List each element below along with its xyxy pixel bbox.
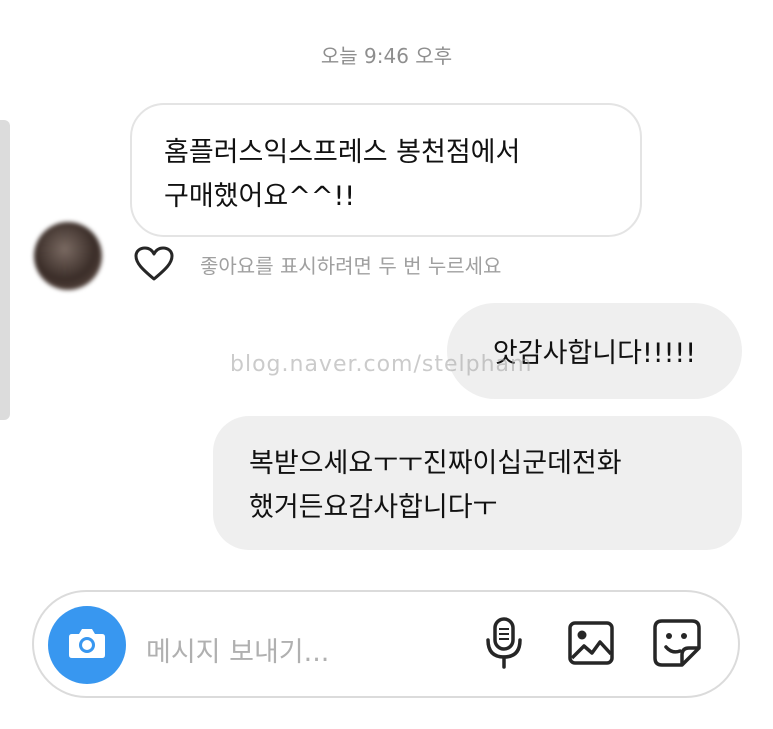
outgoing-message-line: 복받으세요ㅜㅜ진짜이십군데전화 [249, 448, 622, 479]
outgoing-message-line: 했거든요감사합니다ㅜ [249, 492, 498, 523]
heart-icon[interactable] [134, 246, 174, 282]
message-timestamp: 오늘 9:46 오후 [320, 44, 453, 68]
microphone-icon [484, 616, 524, 674]
sticker-icon [652, 618, 702, 672]
incoming-message-line: 홈플러스익스프레스 봉천점에서 [164, 137, 521, 168]
camera-button[interactable] [48, 606, 126, 684]
screen-edge-handle [0, 120, 10, 420]
like-row: 좋아요를 표시하려면 두 번 누르세요 [134, 246, 501, 282]
gallery-icon [567, 620, 615, 670]
camera-icon [67, 626, 107, 664]
message-input[interactable]: 메시지 보내기... [146, 630, 329, 669]
outgoing-message-bubble[interactable]: 앗감사합니다!!!!! [447, 303, 742, 399]
sticker-button[interactable] [650, 618, 704, 672]
like-hint-text: 좋아요를 표시하려면 두 번 누르세요 [200, 253, 502, 278]
direct-message-thread: 오늘 9:46 오후 홈플러스익스프레스 봉천점에서 구매했어요^^!! 좋아요… [0, 0, 773, 729]
gallery-button[interactable] [564, 618, 618, 672]
sender-avatar[interactable] [34, 222, 102, 290]
microphone-button[interactable] [477, 616, 531, 674]
watermark: blog.naver.com/stelpham [230, 352, 533, 377]
incoming-message-line: 구매했어요^^!! [164, 181, 356, 212]
outgoing-message-bubble[interactable]: 복받으세요ㅜㅜ진짜이십군데전화 했거든요감사합니다ㅜ [213, 416, 742, 550]
message-composer: 메시지 보내기... [32, 590, 740, 698]
incoming-message-bubble[interactable]: 홈플러스익스프레스 봉천점에서 구매했어요^^!! [130, 103, 642, 237]
